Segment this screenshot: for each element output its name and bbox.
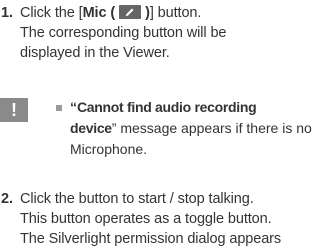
note-bold-1: Cannot find audio recording: [77, 99, 257, 115]
note-line-1: “Cannot find audio recording: [70, 97, 257, 118]
bullet-marker: [56, 105, 62, 111]
step-1-text-post: ] button.: [149, 5, 202, 21]
note-open-quote: “: [70, 99, 77, 115]
step-1-line-3: displayed in the Viewer.: [20, 45, 170, 61]
note-warning-icon: !: [0, 98, 28, 122]
step-1-line-1: Click the [Mic ()] button.: [20, 3, 201, 23]
note-line-2: device” message appears if there is no: [70, 118, 312, 139]
note-line-3: Microphone.: [70, 141, 148, 157]
step-number: 2.: [1, 191, 13, 207]
note-line-2-rest: ” message appears if there is no: [111, 120, 312, 136]
step-2-line-2: This button operates as a toggle button.: [20, 211, 272, 227]
step-1-text-pre: Click the [: [20, 5, 83, 21]
pencil-icon: [125, 8, 134, 17]
step-number: 1.: [1, 5, 13, 21]
step-2-line-3: The Silverlight permission dialog appear…: [20, 231, 282, 247]
step-2-line-1: Click the button to start / stop talking…: [20, 191, 254, 207]
step-1-line-2: The corresponding button will be: [20, 25, 227, 41]
mic-button-image: [119, 5, 142, 19]
mic-label: Mic (: [82, 5, 116, 21]
note-bold-2: device: [70, 120, 112, 136]
